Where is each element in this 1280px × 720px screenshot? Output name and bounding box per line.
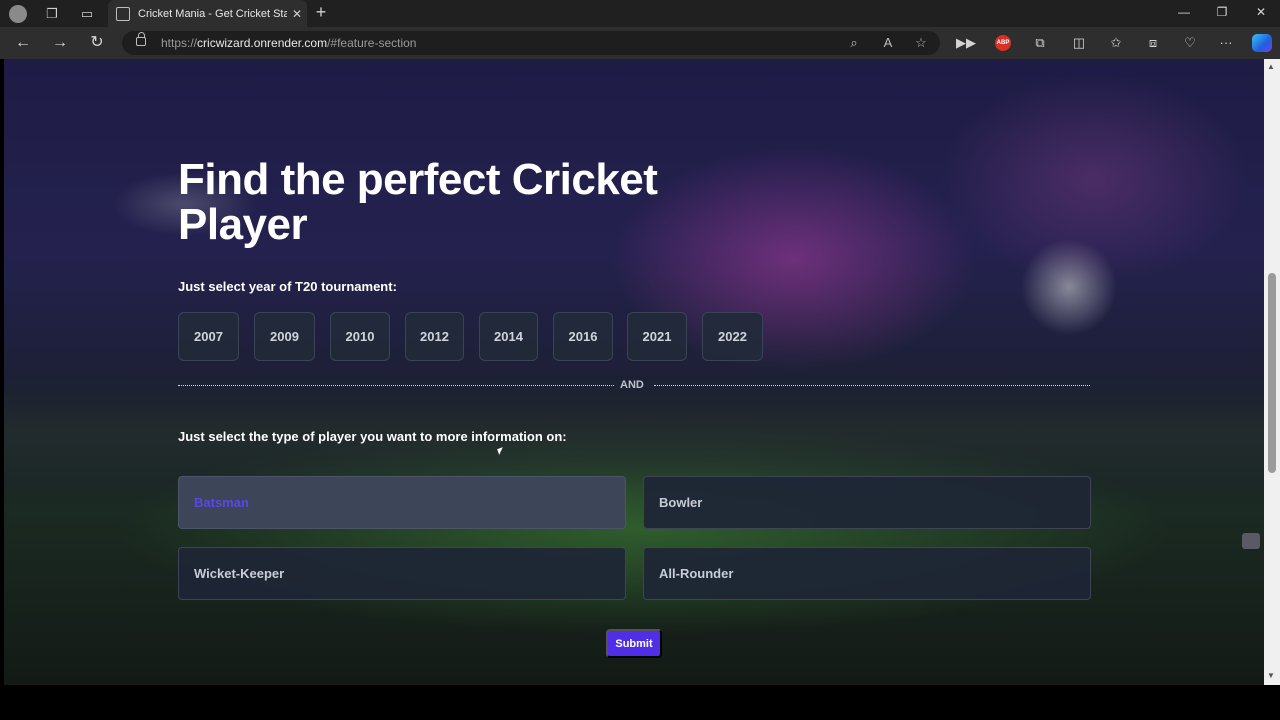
refresh-icon[interactable]: ↻: [86, 33, 108, 53]
taskbar-area: [0, 685, 1280, 720]
player-type-bowler[interactable]: Bowler: [643, 476, 1091, 529]
restore-icon[interactable]: ❐: [1212, 5, 1232, 19]
scroll-up-icon[interactable]: ▲: [1267, 62, 1275, 71]
workspaces-icon[interactable]: ❐: [43, 5, 61, 23]
divider-right: [654, 385, 1090, 386]
year-prompt: Just select year of T20 tournament:: [178, 279, 397, 294]
year-button-2007[interactable]: 2007: [178, 312, 239, 361]
extensions-icon[interactable]: ⧉: [1031, 35, 1049, 51]
plus-icon[interactable]: +: [312, 2, 330, 22]
url-text: https://cricwizard.onrender.com/#feature…: [161, 36, 417, 50]
favicon-icon: [116, 6, 130, 21]
address-bar[interactable]: https://cricwizard.onrender.com/#feature…: [122, 31, 940, 55]
read-aloud-icon[interactable]: A: [880, 35, 896, 50]
year-button-2012[interactable]: 2012: [405, 312, 464, 361]
browser-essentials-icon[interactable]: ♡: [1181, 35, 1199, 51]
collections-icon[interactable]: ⧈: [1144, 35, 1162, 51]
favorite-star-icon[interactable]: ☆: [913, 35, 929, 51]
copilot-icon[interactable]: [1252, 34, 1272, 52]
lock-icon[interactable]: [136, 32, 146, 46]
close-icon[interactable]: ✕: [287, 7, 307, 21]
player-type-batsman[interactable]: Batsman: [178, 476, 626, 529]
vertical-scrollbar[interactable]: ▲ ▼: [1264, 59, 1280, 685]
player-type-prompt: Just select the type of player you want …: [178, 429, 567, 444]
tab-actions-icon[interactable]: ▭: [78, 5, 96, 23]
tab-title: Cricket Mania - Get Cricket Stats: [138, 7, 287, 20]
forward-icon[interactable]: →: [49, 33, 71, 53]
divider-label: AND: [620, 379, 644, 391]
zoom-icon[interactable]: ⌕: [846, 35, 862, 51]
active-tab[interactable]: Cricket Mania - Get Cricket Stats ✕: [108, 0, 307, 27]
scrollbar-thumb[interactable]: [1268, 273, 1276, 473]
back-icon[interactable]: ←: [12, 33, 34, 53]
divider-left: [178, 385, 614, 386]
browser-toolbar: ← → ↻ https://cricwizard.onrender.com/#f…: [0, 27, 1280, 59]
year-button-2009[interactable]: 2009: [254, 312, 315, 361]
adblock-icon[interactable]: ABP: [995, 35, 1011, 51]
media-icon[interactable]: ▶▶: [956, 35, 976, 51]
year-button-2014[interactable]: 2014: [479, 312, 538, 361]
player-type-all-rounder[interactable]: All-Rounder: [643, 547, 1091, 600]
window-close-icon[interactable]: ✕: [1251, 5, 1271, 19]
floating-widget-icon[interactable]: [1242, 533, 1260, 549]
submit-button[interactable]: Submit: [606, 629, 662, 658]
favorites-icon[interactable]: ✩: [1107, 35, 1125, 51]
year-button-2022[interactable]: 2022: [702, 312, 763, 361]
year-button-2010[interactable]: 2010: [330, 312, 390, 361]
profile-icon[interactable]: [9, 5, 27, 23]
year-button-2021[interactable]: 2021: [627, 312, 687, 361]
year-button-2016[interactable]: 2016: [553, 312, 613, 361]
page-viewport: Find the perfect Cricket Player Just sel…: [4, 59, 1264, 685]
minimize-icon[interactable]: —: [1174, 5, 1194, 19]
tab-strip: ❐ ▭ Cricket Mania - Get Cricket Stats ✕ …: [0, 0, 1280, 27]
more-icon[interactable]: ···: [1217, 35, 1235, 51]
split-screen-icon[interactable]: ◫: [1070, 35, 1088, 51]
page-title: Find the perfect Cricket Player: [178, 155, 658, 249]
player-type-wicket-keeper[interactable]: Wicket-Keeper: [178, 547, 626, 600]
scroll-down-icon[interactable]: ▼: [1267, 671, 1275, 680]
